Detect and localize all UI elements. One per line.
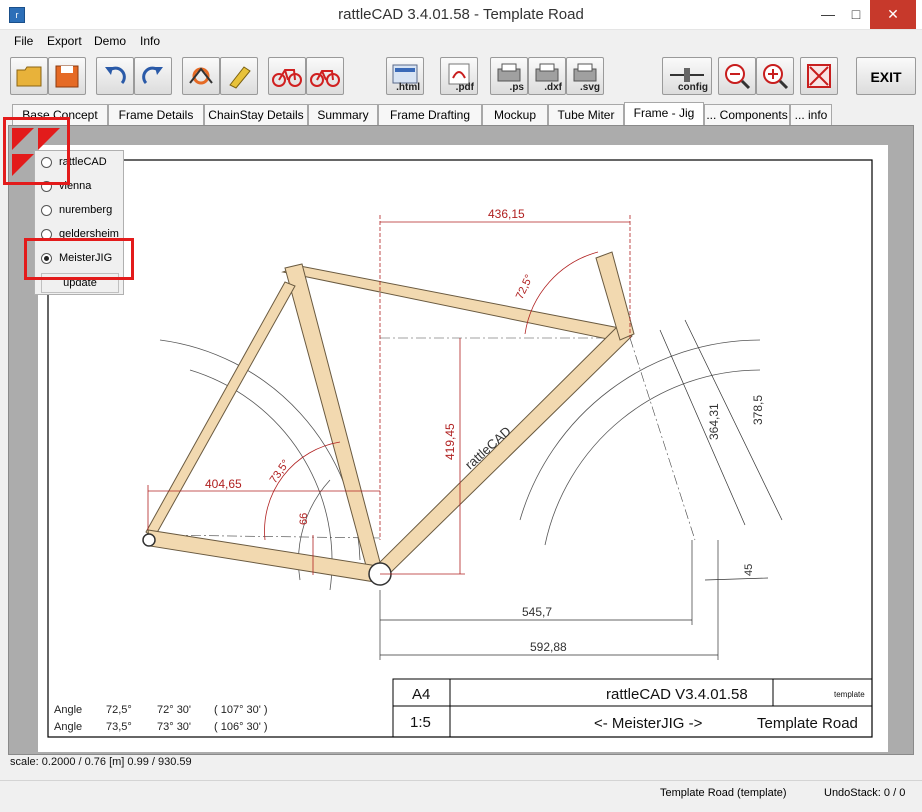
- dim-fork-b: 378,5: [751, 395, 765, 425]
- front-wheel-arc-2: [544, 369, 761, 546]
- status-bar: Template Road (template) UndoStack: 0 / …: [0, 780, 922, 812]
- title-block-jig: <- MeisterJIG ->: [594, 715, 703, 732]
- front-wheel-arc-1: [519, 339, 761, 521]
- title-block-project: Template Road: [757, 715, 858, 732]
- frame-jig-drawing: rattleCAD 436,15 72,5° 419,45 404,65 73,…: [47, 159, 873, 738]
- dim-head-angle: 72,5°: [514, 273, 536, 301]
- title-block-app: rattleCAD V3.4.01.58: [606, 686, 748, 703]
- scale-info: scale: 0.2000 / 0.76 [m] 0.99 / 930.59: [10, 756, 192, 768]
- dim-fork-a: 364,31: [707, 403, 721, 440]
- radio-icon: [41, 181, 52, 192]
- down-tube: [371, 323, 633, 581]
- angle-row-1-comp: ( 107° 30' ): [214, 704, 268, 716]
- angle-row-1-dms: 72° 30': [157, 704, 191, 716]
- dim-seat-angle: 73,5°: [268, 458, 293, 486]
- status-project: Template Road (template): [660, 787, 787, 799]
- title-block-scale: 1:5: [410, 714, 431, 731]
- angle-row-2-deg: 73,5°: [106, 721, 132, 733]
- dim-bottom-b: 592,88: [530, 640, 567, 654]
- title-block-tag: template: [834, 690, 865, 699]
- dim-top-len: 436,15: [488, 207, 525, 221]
- angle-row-2-label: Angle: [54, 721, 82, 733]
- fork-centerline: [629, 337, 696, 541]
- radio-selected-icon: [41, 253, 52, 264]
- rear-dropout: [142, 533, 156, 547]
- status-undo: UndoStack: 0 / 0: [824, 787, 906, 799]
- seat-stay: [145, 281, 296, 539]
- angle-row-1-label: Angle: [54, 704, 82, 716]
- angle-row-1-deg: 72,5°: [106, 704, 132, 716]
- radio-icon: [41, 205, 52, 216]
- title-block-format: A4: [412, 686, 430, 703]
- update-button[interactable]: update: [41, 273, 119, 293]
- angle-row-2-comp: ( 106° 30' ): [214, 721, 268, 733]
- dim-rake-line: [704, 577, 769, 581]
- dim-bottom-a: 545,7: [522, 605, 552, 619]
- panel-toggle-icon[interactable]: [12, 128, 68, 180]
- radio-label: nuremberg: [59, 204, 113, 216]
- radio-label: vienna: [59, 180, 92, 192]
- top-tube: [281, 265, 631, 343]
- seat-tube: [284, 263, 382, 574]
- dim-fork-a-line: [659, 329, 746, 526]
- dim-left-len: 404,65: [205, 477, 242, 491]
- dim-height: 419,45: [443, 423, 457, 460]
- dim-rake: 45: [743, 564, 755, 576]
- dim-bb-drop: 66: [298, 513, 310, 525]
- radio-label: MeisterJIG: [59, 252, 113, 264]
- radio-label: geldersheim: [59, 228, 119, 240]
- angle-row-2-dms: 73° 30': [157, 721, 191, 733]
- radio-icon: [41, 229, 52, 240]
